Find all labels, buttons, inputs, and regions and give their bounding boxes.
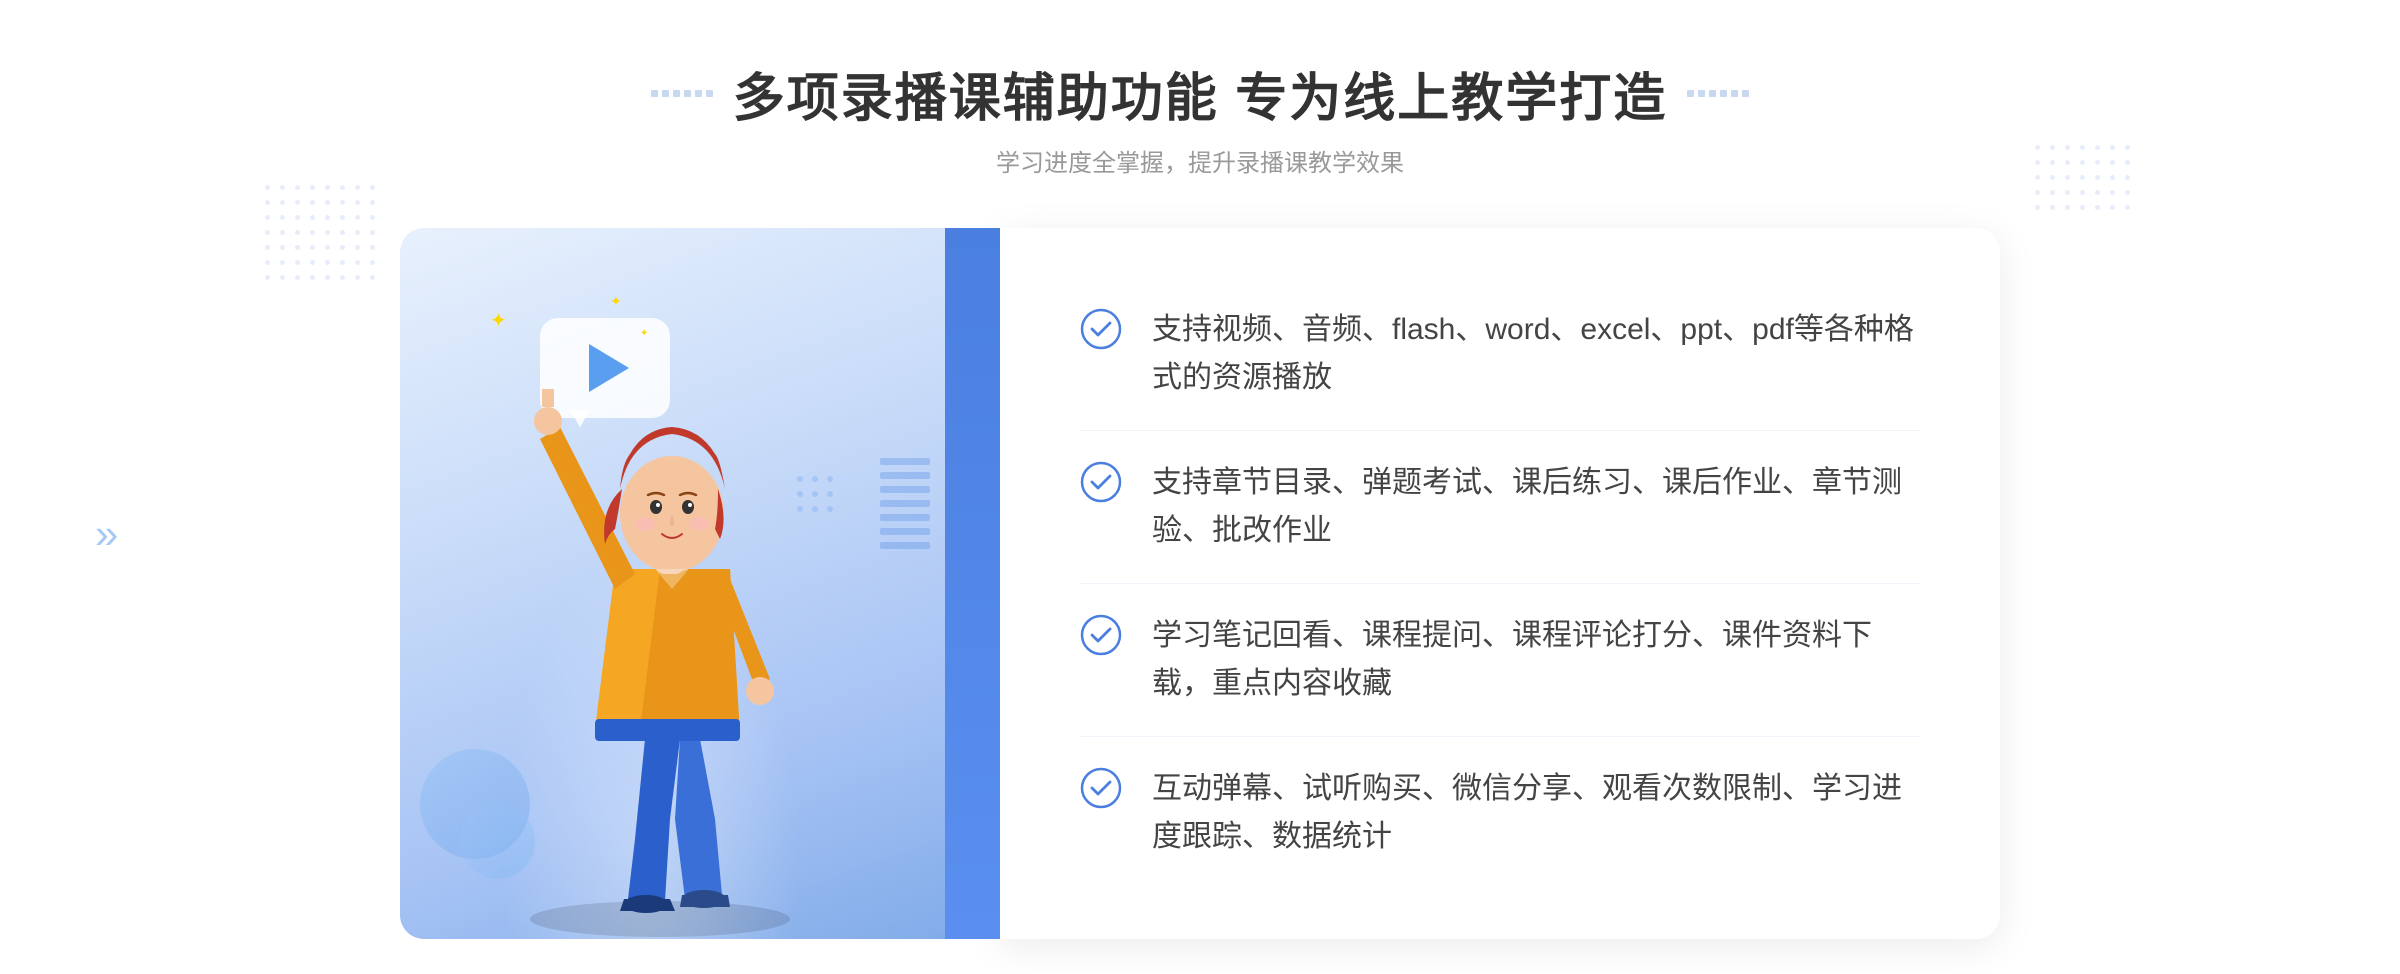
sparkle-icon-1: ✦ [490, 308, 507, 333]
check-circle-icon-2 [1080, 461, 1122, 503]
feature-text-4: 互动弹幕、试听购买、微信分享、观看次数限制、学习进度跟踪、数据统计 [1152, 765, 1920, 861]
feature-item-4: 互动弹幕、试听购买、微信分享、观看次数限制、学习进度跟踪、数据统计 [1080, 737, 1920, 889]
vertical-bar [945, 228, 1000, 939]
feature-text-3: 学习笔记回看、课程提问、课程评论打分、课件资料下载，重点内容收藏 [1152, 612, 1920, 708]
check-circle-icon-4 [1080, 767, 1122, 809]
bg-dot-pattern-right [2035, 145, 2135, 215]
title-row: 多项录播课辅助功能 专为线上教学打造 [651, 56, 1749, 131]
title-dots-right [1687, 90, 1749, 97]
bg-dot-pattern-left [265, 185, 380, 285]
title-dots-left [651, 90, 713, 97]
feature-item-2: 支持章节目录、弹题考试、课后练习、课后作业、章节测验、批改作业 [1080, 431, 1920, 584]
check-circle-icon-1 [1080, 308, 1122, 350]
sparkle-icon-2: ✦ [610, 293, 622, 310]
illustration-area: // Will be rendered via template ✦ ✦ ✦ [400, 228, 1000, 939]
check-circle-icon-3 [1080, 614, 1122, 656]
sparkle-icon-3: ✦ [640, 328, 648, 339]
feature-item-3: 学习笔记回看、课程提问、课程评论打分、课件资料下载，重点内容收藏 [1080, 584, 1920, 737]
chevron-left-icon: » [95, 510, 118, 558]
stripes-decoration [880, 458, 930, 556]
subtitle: 学习进度全掌握，提升录播课教学效果 [651, 143, 1749, 178]
main-title: 多项录播课辅助功能 专为线上教学打造 [733, 56, 1667, 131]
feature-item-1: 支持视频、音频、flash、word、excel、ppt、pdf等各种格式的资源… [1080, 278, 1920, 431]
header-section: 多项录播课辅助功能 专为线上教学打造 学习进度全掌握，提升录播课教学效果 [651, 56, 1749, 178]
feature-text-1: 支持视频、音频、flash、word、excel、ppt、pdf等各种格式的资源… [1152, 306, 1920, 402]
main-content: // Will be rendered via template ✦ ✦ ✦ [400, 228, 2000, 939]
features-area: 支持视频、音频、flash、word、excel、ppt、pdf等各种格式的资源… [1000, 228, 2000, 939]
circle-decoration-2 [460, 804, 535, 879]
feature-text-2: 支持章节目录、弹题考试、课后练习、课后作业、章节测验、批改作业 [1152, 459, 1920, 555]
